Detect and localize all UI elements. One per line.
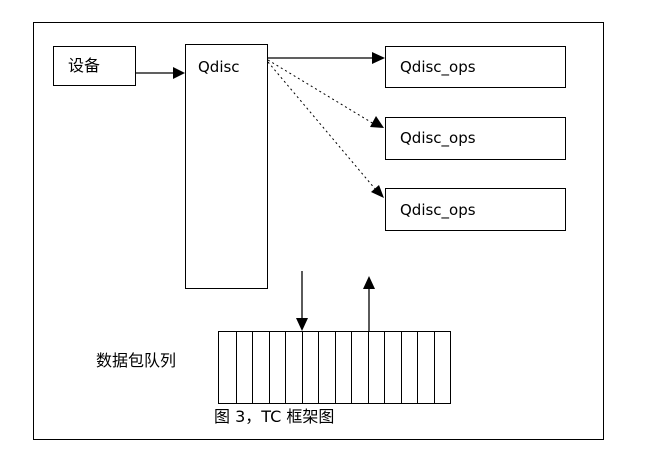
arrow-qdisc-to-ops-2 bbox=[267, 59, 375, 125]
connectors bbox=[136, 52, 385, 331]
arrowhead-qdisc-to-ops-3 bbox=[371, 185, 384, 198]
arrowhead-device-to-qdisc bbox=[173, 67, 185, 79]
arrow-qdisc-to-ops-3 bbox=[267, 61, 377, 191]
arrowhead-enqueue bbox=[296, 318, 308, 331]
arrowhead-qdisc-to-ops-2 bbox=[370, 116, 384, 128]
arrowhead-qdisc-to-ops-1 bbox=[372, 52, 385, 64]
arrowhead-dequeue bbox=[363, 276, 375, 289]
